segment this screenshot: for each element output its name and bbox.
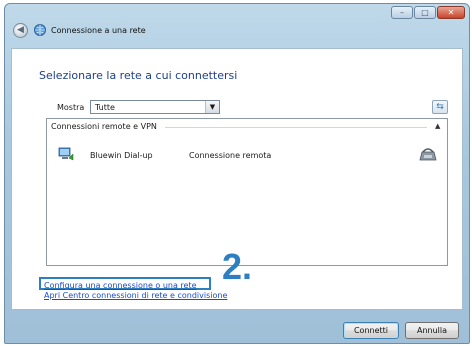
show-label: Mostra <box>57 103 85 112</box>
chevron-down-icon: ▼ <box>205 101 219 113</box>
caption-buttons: – □ ✕ <box>391 6 465 19</box>
network-center-link[interactable]: Apri Centro connessioni di rete e condiv… <box>44 291 227 300</box>
connection-name: Bluewin Dial-up <box>90 151 153 160</box>
connection-type: Connessione remota <box>189 151 272 160</box>
connect-network-window: ◀ Connessione a una rete – □ ✕ Seleziona… <box>4 3 470 344</box>
cancel-button[interactable]: Annulla <box>405 322 459 339</box>
collapse-icon[interactable]: ▲ <box>435 122 440 130</box>
list-item[interactable]: Bluewin Dial-up Connessione remota <box>53 146 441 170</box>
group-header: Connessioni remote e VPN <box>51 122 157 131</box>
content-panel: Selezionare la rete a cui connettersi Mo… <box>11 48 463 310</box>
close-button[interactable]: ✕ <box>437 6 465 19</box>
step-label: 2. <box>222 246 253 287</box>
page-title: Selezionare la rete a cui connettersi <box>39 69 238 82</box>
back-button[interactable]: ◀ <box>13 23 28 38</box>
title-bar: ◀ Connessione a una rete – □ ✕ <box>5 4 469 48</box>
filter-dropdown[interactable]: Tutte ▼ <box>90 100 220 114</box>
minimize-button[interactable]: – <box>391 6 413 19</box>
group-divider <box>165 127 427 128</box>
maximize-button[interactable]: □ <box>414 6 436 19</box>
filter-value: Tutte <box>95 103 115 112</box>
connect-button[interactable]: Connetti <box>343 322 399 339</box>
modem-phone-icon <box>419 148 437 161</box>
refresh-button[interactable]: ⇆ <box>432 100 448 114</box>
window-title: Connessione a una rete <box>51 26 146 35</box>
network-list: Connessioni remote e VPN ▲ Bluewin Dial-… <box>46 118 448 266</box>
network-globe-icon <box>34 24 46 36</box>
footer: Connetti Annulla <box>5 310 469 343</box>
dialup-computer-icon <box>58 147 74 161</box>
setup-connection-link[interactable]: Configura una connessione o una rete <box>44 281 197 290</box>
